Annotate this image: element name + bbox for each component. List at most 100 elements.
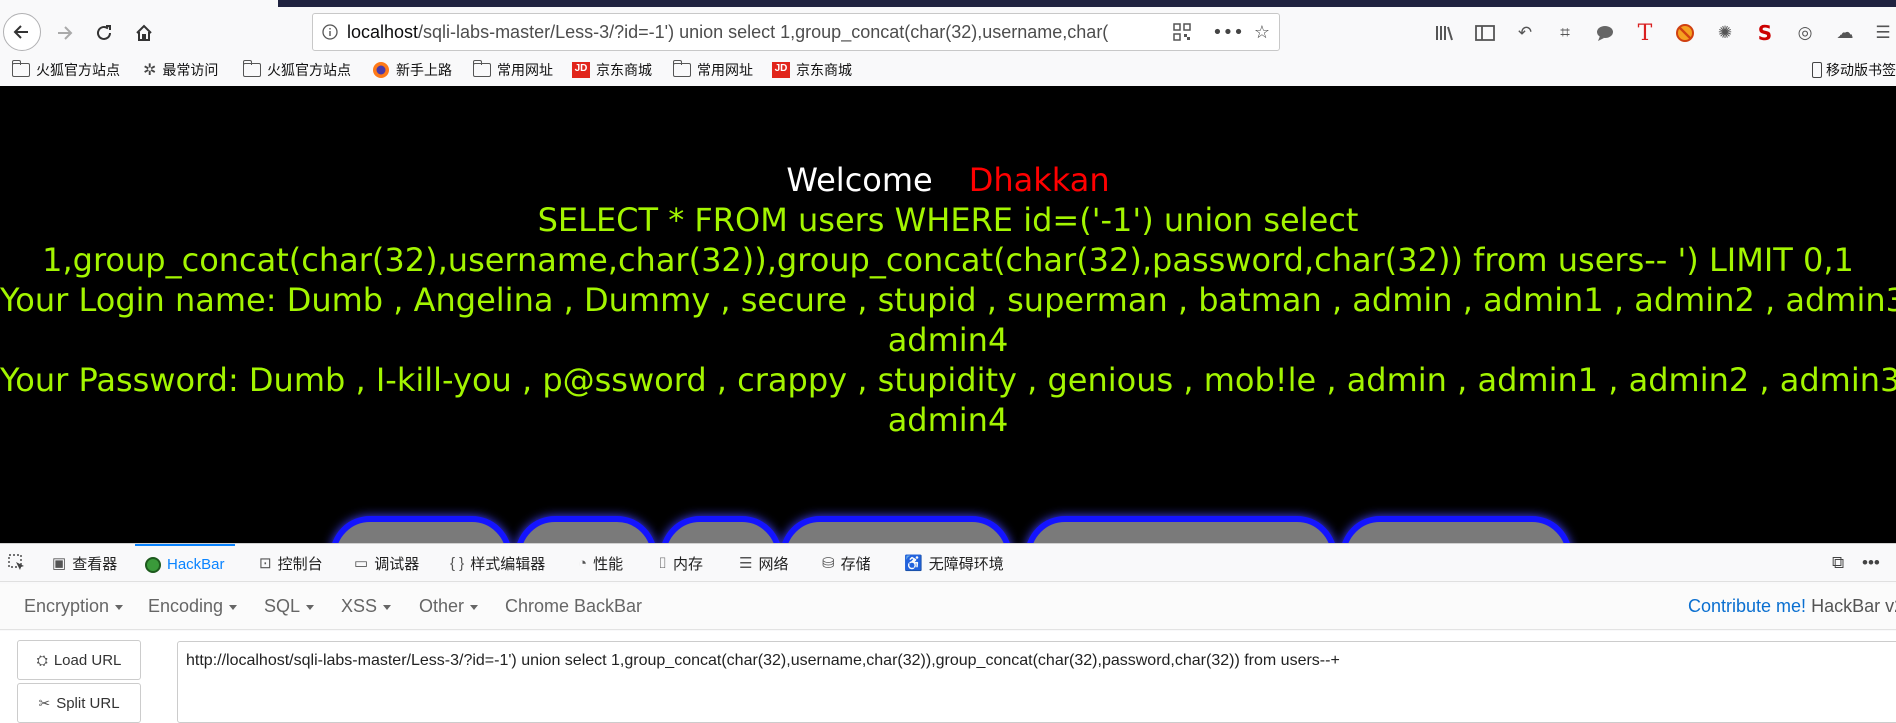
no-script-icon[interactable] <box>1670 18 1700 48</box>
reload-icon <box>97 25 111 40</box>
url-bar[interactable]: localhost/sqli-labs-master/Less-3/?id=-1… <box>312 13 1280 51</box>
sidebar-icon[interactable] <box>1470 18 1500 48</box>
tab-label: 控制台 <box>277 555 323 573</box>
tab-label: 性能 <box>593 555 624 573</box>
caret-down-icon <box>470 604 479 610</box>
tab-debugger[interactable]: ▭ 调试器 <box>354 544 419 582</box>
extension-cloud-icon[interactable]: ☁ <box>1830 18 1860 48</box>
tab-performance[interactable]: ◔ 性能 <box>578 544 623 582</box>
url-text[interactable]: localhost/sqli-labs-master/Less-3/?id=-1… <box>347 22 1165 43</box>
library-icon[interactable] <box>1430 18 1460 48</box>
user-name: Dhakkan <box>968 161 1110 199</box>
menu-other[interactable]: Other <box>419 596 479 617</box>
caret-down-icon <box>115 604 124 610</box>
password-line-2: admin4 <box>887 401 1009 439</box>
dock-side-button[interactable]: ⧉ <box>1832 544 1844 582</box>
tab-accessibility[interactable]: ♿ 无障碍环境 <box>904 544 1004 582</box>
contribute-link[interactable]: Contribute me! <box>1688 596 1806 616</box>
chat-icon[interactable] <box>1590 18 1620 48</box>
more-options-icon: ••• <box>1862 553 1880 572</box>
mobile-bookmarks[interactable]: 移动版书签 <box>1812 60 1896 80</box>
hackbar-version: HackBar v2 <box>1811 596 1896 616</box>
bookmark-label: 最常访问 <box>162 62 219 78</box>
element-picker-button[interactable] <box>8 544 26 582</box>
page-actions-icon[interactable]: ••• <box>1211 15 1245 49</box>
element-picker-icon <box>8 554 24 570</box>
menu-label: Other <box>419 596 465 616</box>
login-name-line-1: Your Login name: Dumb , Angelina , Dummy… <box>0 281 1896 319</box>
tab-label: HackBar <box>167 556 225 573</box>
url-textarea[interactable]: http://localhost/sqli-labs-master/Less-3… <box>177 641 1896 723</box>
navigation-toolbar: localhost/sqli-labs-master/Less-3/?id=-1… <box>0 0 1896 51</box>
tab-network[interactable]: ☰ 网络 <box>739 544 788 582</box>
devtools-menu-button[interactable]: ••• <box>1862 544 1880 582</box>
bookmark-label: 京东商城 <box>796 62 852 78</box>
load-url-button[interactable]: ⛭ Load URL <box>17 640 141 680</box>
back-button[interactable] <box>3 13 41 51</box>
menu-xss[interactable]: XSS <box>341 596 392 617</box>
bookmark-item[interactable]: 常用网址 <box>672 60 753 80</box>
menu-sql[interactable]: SQL <box>264 596 315 617</box>
tab-console[interactable]: ⊡ 控制台 <box>259 544 323 582</box>
tab-label: 内存 <box>673 555 704 573</box>
extension-s-icon[interactable]: S <box>1750 18 1780 48</box>
menu-label: Encoding <box>148 596 224 616</box>
folder-icon <box>672 60 691 77</box>
bookmark-label: 京东商城 <box>596 62 652 78</box>
bookmark-item[interactable]: 火狐官方站点 <box>11 60 120 80</box>
menu-icon[interactable]: ☰ <box>1870 18 1896 48</box>
qr-code-icon[interactable] <box>1165 15 1199 49</box>
console-icon: ⊡ <box>259 555 272 572</box>
tab-hackbar[interactable]: HackBar <box>135 544 235 583</box>
menu-encoding[interactable]: Encoding <box>148 596 238 617</box>
accessibility-icon: ♿ <box>904 555 923 572</box>
reload-button[interactable] <box>88 17 120 49</box>
tab-label: 查看器 <box>72 555 118 573</box>
tab-memory[interactable]: ⌷ 内存 <box>658 544 703 582</box>
bookmark-star-icon[interactable]: ☆ <box>1245 15 1279 49</box>
tab-label: 调试器 <box>374 555 420 573</box>
bookmark-item[interactable]: ✲ 最常访问 <box>143 60 218 80</box>
tab-strip <box>278 0 1896 7</box>
bookmark-item[interactable]: JD 京东商城 <box>572 60 652 80</box>
extension-eye-icon[interactable]: ◎ <box>1790 18 1820 48</box>
load-url-label: Load URL <box>53 651 122 669</box>
dock-icon: ⧉ <box>1832 553 1845 572</box>
bookmark-label: 常用网址 <box>497 62 553 78</box>
bookmark-item[interactable]: 常用网址 <box>472 60 553 80</box>
folder-icon <box>242 60 261 77</box>
caret-down-icon <box>306 604 315 610</box>
tab-label: 无障碍环境 <box>928 555 1004 573</box>
split-url-label: Split URL <box>56 694 120 712</box>
hackbar-icon <box>145 556 161 573</box>
settings-gear-icon[interactable]: ✺ <box>1710 18 1740 48</box>
translate-t-icon[interactable]: T <box>1630 18 1660 48</box>
bookmark-item[interactable]: JD 京东商城 <box>772 60 852 80</box>
forward-button[interactable] <box>48 17 80 49</box>
tab-storage[interactable]: ⛁ 存储 <box>822 544 871 582</box>
menu-encryption[interactable]: Encryption <box>24 596 124 617</box>
tab-inspector[interactable]: ▣ 查看器 <box>52 544 117 582</box>
tab-style-editor[interactable]: { } 样式编辑器 <box>450 544 545 582</box>
caret-down-icon <box>229 604 238 610</box>
login-name-line-2: admin4 <box>887 321 1009 359</box>
contribute-header: Contribute me! HackBar v2 <box>1688 596 1896 617</box>
home-icon <box>136 24 152 41</box>
mobile-phone-icon <box>1812 62 1822 78</box>
sql-query-line-2: 1,group_concat(char(32),username,char(32… <box>42 241 1854 279</box>
crop-icon[interactable]: ⌗ <box>1550 18 1580 48</box>
url-host: localhost <box>347 21 419 42</box>
site-info-icon[interactable] <box>313 24 347 40</box>
password-line-1: Your Password: Dumb , I-kill-you , p@ssw… <box>0 361 1896 399</box>
menu-label: XSS <box>341 596 378 616</box>
welcome-line: Welcome Dhakkan <box>0 160 1896 200</box>
home-button[interactable] <box>128 17 160 49</box>
bookmark-item[interactable]: 火狐官方站点 <box>242 60 351 80</box>
menu-chrome-backbar[interactable]: Chrome BackBar <box>505 596 642 617</box>
page-content: Welcome Dhakkan SELECT * FROM users WHERE… <box>0 86 1896 543</box>
tab-label: 样式编辑器 <box>470 555 546 573</box>
undo-icon[interactable]: ↶ <box>1510 18 1540 48</box>
debugger-icon: ▭ <box>354 555 369 572</box>
split-url-button[interactable]: ✂ Split URL <box>17 683 141 723</box>
bookmark-item[interactable]: 新手上路 <box>372 60 452 80</box>
